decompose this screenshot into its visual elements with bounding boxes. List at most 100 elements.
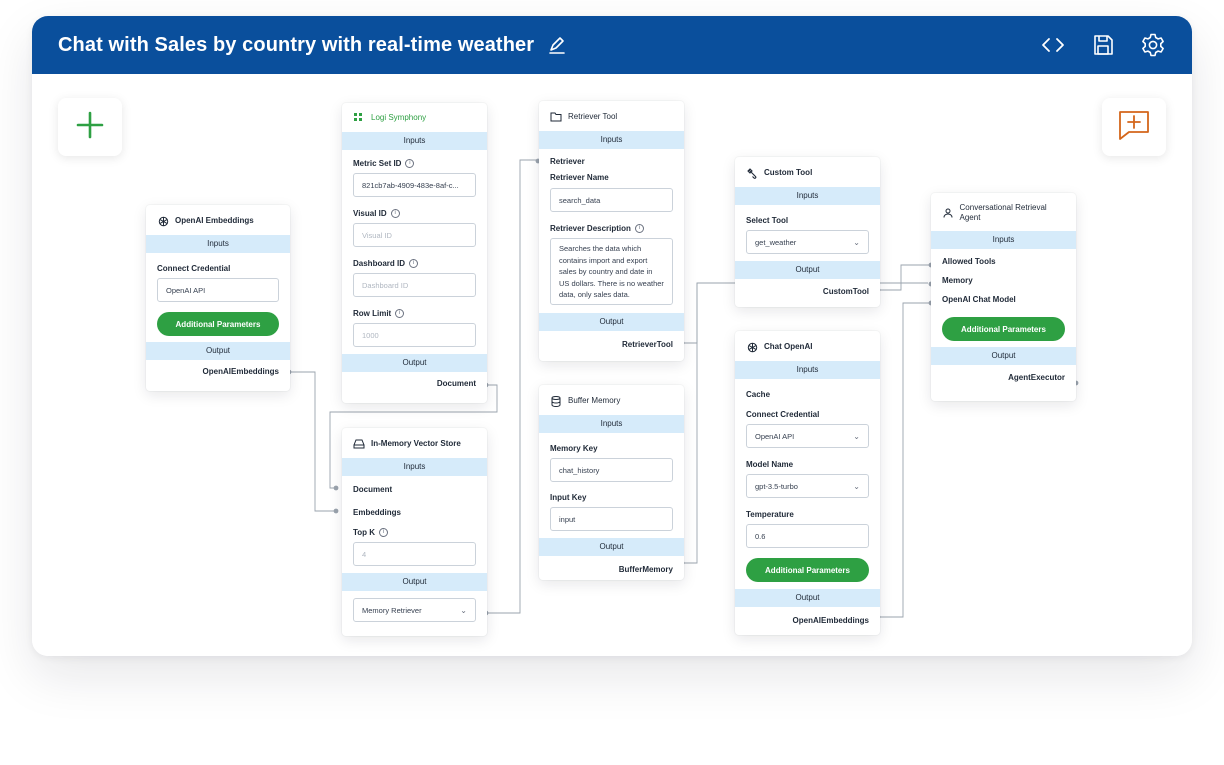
folder-icon — [550, 111, 562, 123]
openai-icon — [746, 341, 758, 353]
output-select[interactable]: Memory Retriever ⌄ — [353, 598, 476, 622]
info-icon[interactable]: i — [395, 308, 405, 318]
add-node-button[interactable] — [58, 98, 122, 156]
credential-field[interactable]: OpenAI API — [157, 278, 279, 302]
input-retriever: Retriever — [550, 156, 585, 166]
openai-icon — [157, 215, 169, 227]
row-limit-placeholder: 1000 — [362, 330, 379, 340]
credential-dropdown[interactable]: OpenAI API ⌄ — [746, 424, 869, 448]
inputs-band: Inputs — [735, 187, 880, 205]
node-conversational-retrieval-agent[interactable]: Conversational Retrieval Agent Inputs Al… — [931, 193, 1076, 401]
output-band: Output — [931, 347, 1076, 365]
node-openai-embeddings[interactable]: OpenAI Embeddings Inputs Connect Credent… — [146, 205, 290, 391]
select-tool-value: get_weather — [755, 237, 797, 247]
chat-plus-icon — [1117, 108, 1151, 147]
visual-id-placeholder: Visual ID — [362, 230, 392, 240]
node-buffer-memory[interactable]: Buffer Memory Inputs Memory Key chat_his… — [539, 385, 684, 580]
pencil-icon[interactable] — [546, 34, 568, 56]
plus-icon — [75, 110, 105, 145]
select-tool-label: Select Tool — [746, 215, 789, 225]
wrench-icon — [746, 167, 758, 179]
inputs-band: Inputs — [539, 415, 684, 433]
info-icon[interactable]: i — [379, 527, 389, 537]
output-openaiembeddings: OpenAIEmbeddings — [202, 366, 279, 376]
output-buffermemory: BufferMemory — [618, 564, 673, 574]
model-name-value: gpt-3.5-turbo — [755, 481, 798, 491]
chevron-down-icon: ⌄ — [853, 481, 860, 491]
temperature-field[interactable]: 0.6 — [746, 524, 869, 548]
page-title: Chat with Sales by country with real-tim… — [58, 33, 535, 56]
output-band: Output — [735, 261, 880, 279]
inputs-band: Inputs — [931, 231, 1076, 249]
output-agentexecutor: AgentExecutor — [1008, 372, 1065, 382]
node-title: In-Memory Vector Store — [371, 439, 461, 448]
memory-key-field[interactable]: chat_history — [550, 458, 673, 482]
node-custom-tool[interactable]: Custom Tool Inputs Select Tool get_weath… — [735, 157, 880, 307]
retriever-description-label: Retriever Description i — [539, 222, 684, 234]
cache-label: Cache — [746, 389, 771, 399]
user-icon — [942, 207, 954, 219]
output-openaiembeddings: OpenAIEmbeddings — [792, 615, 869, 625]
chevron-down-icon: ⌄ — [460, 605, 467, 615]
save-icon[interactable] — [1090, 32, 1116, 58]
info-icon[interactable]: i — [405, 158, 415, 168]
metric-set-field[interactable]: 821cb7ab-4909-483e-8af-c... — [353, 173, 476, 197]
inputs-band: Inputs — [539, 131, 684, 149]
credential-label: Connect Credential — [157, 263, 231, 273]
input-allowed-tools: Allowed Tools — [942, 257, 996, 266]
node-title: Conversational Retrieval Agent — [959, 203, 1047, 222]
node-logi-symphony[interactable]: Logi Symphony Inputs Metric Set ID i 821c… — [342, 103, 487, 403]
database-drive-icon — [353, 438, 365, 450]
additional-parameters-button[interactable]: Additional Parameters — [157, 312, 279, 336]
output-customtool: CustomTool — [822, 286, 869, 296]
credential-value: OpenAI API — [166, 285, 206, 295]
chevron-down-icon: ⌄ — [853, 237, 860, 247]
row-limit-label: Row Limit i — [342, 307, 487, 319]
retriever-description-field[interactable]: Searches the data which contains import … — [550, 238, 673, 305]
node-chat-openai[interactable]: Chat OpenAI Inputs Cache Connect Credent… — [735, 331, 880, 635]
top-k-label: Top Ki — [342, 526, 487, 538]
model-name-dropdown[interactable]: gpt-3.5-turbo ⌄ — [746, 474, 869, 498]
additional-parameters-button[interactable]: Additional Parameters — [942, 317, 1065, 341]
row-limit-field[interactable]: 1000 — [353, 323, 476, 347]
memory-key-label: Memory Key — [550, 443, 598, 453]
chevron-down-icon: ⌄ — [853, 431, 860, 441]
info-icon[interactable]: i — [390, 208, 400, 218]
select-tool-dropdown[interactable]: get_weather ⌄ — [746, 230, 869, 254]
node-title: Retriever Tool — [568, 112, 618, 121]
input-document: Document — [353, 484, 393, 494]
node-retriever-tool[interactable]: Retriever Tool Inputs Retriever Retrieve… — [539, 101, 684, 361]
output-band: Output — [539, 313, 684, 331]
node-title: Custom Tool — [764, 168, 813, 177]
output-document: Document — [436, 378, 476, 388]
visual-id-field[interactable]: Visual ID — [353, 223, 476, 247]
inputs-band: Inputs — [342, 132, 487, 150]
model-name-label: Model Name — [746, 459, 794, 469]
memory-key-value: chat_history — [559, 465, 600, 475]
credential-value: OpenAI API — [755, 431, 795, 441]
node-title: OpenAI Embeddings — [175, 216, 254, 225]
info-icon[interactable]: i — [634, 223, 644, 233]
credential-label: Connect Credential — [746, 409, 820, 419]
gear-icon[interactable] — [1140, 32, 1166, 58]
additional-parameters-button[interactable]: Additional Parameters — [746, 558, 869, 582]
top-k-placeholder: 4 — [362, 549, 367, 559]
top-k-field[interactable]: 4 — [353, 542, 476, 566]
temperature-label: Temperature — [746, 509, 794, 519]
input-embeddings: Embeddings — [353, 507, 402, 517]
node-in-memory-vector-store[interactable]: In-Memory Vector Store Inputs Document E… — [342, 428, 487, 636]
header-bar: Chat with Sales by country with real-tim… — [32, 16, 1192, 74]
retriever-name-field[interactable]: search_data — [550, 188, 673, 212]
code-icon[interactable] — [1040, 32, 1066, 58]
visual-id-label: Visual ID i — [342, 207, 487, 219]
info-icon[interactable]: i — [409, 258, 419, 268]
visual-id-label-text: Visual ID — [353, 208, 387, 218]
input-key-field[interactable]: input — [550, 507, 673, 531]
retriever-description-label-text: Retriever Description — [550, 223, 631, 233]
output-band: Output — [735, 589, 880, 607]
add-sticky-note-button[interactable] — [1102, 98, 1166, 156]
input-memory: Memory — [942, 276, 973, 285]
dashboard-id-field[interactable]: Dashboard ID — [353, 273, 476, 297]
inputs-band: Inputs — [735, 361, 880, 379]
output-band: Output — [342, 354, 487, 372]
